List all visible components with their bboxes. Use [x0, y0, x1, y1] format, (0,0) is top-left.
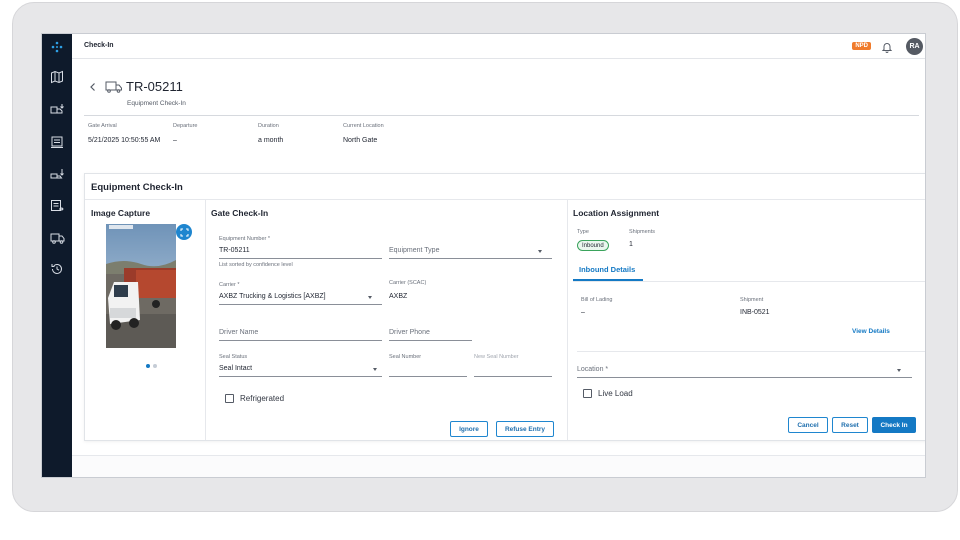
shipments-label: Shipments — [629, 229, 655, 235]
avatar[interactable]: RA — [906, 38, 923, 55]
current-location-label: Current Location — [343, 123, 384, 129]
bell-icon[interactable] — [881, 40, 893, 53]
top-bar: Check-In NPD RA — [72, 34, 925, 59]
truck-icon — [105, 80, 123, 93]
main-content: TR-05211 Equipment Check-In Gate Arrival… — [72, 59, 925, 477]
equipment-number-underline — [219, 258, 382, 259]
check-in-button[interactable]: Check In — [872, 417, 916, 433]
shipment-label: Shipment — [740, 297, 764, 303]
card-divider — [85, 199, 925, 200]
bill-of-lading-value: – — [581, 309, 585, 316]
current-location-value: North Gate — [343, 137, 378, 144]
driver-phone-underline — [389, 340, 472, 341]
gate-arrival-label: Gate Arrival — [88, 123, 117, 129]
carrier-label: Carrier * — [219, 282, 240, 288]
equipment-type-underline — [389, 258, 552, 259]
carousel-dot-active[interactable] — [146, 364, 150, 368]
new-seal-number-underline — [474, 376, 552, 377]
new-seal-number-input[interactable]: New Seal Number — [474, 354, 519, 360]
header-divider — [84, 115, 919, 116]
tab-divider — [573, 281, 925, 282]
map-icon[interactable] — [49, 69, 65, 85]
chevron-down-icon[interactable] — [538, 250, 542, 253]
equipment-type-select[interactable]: Equipment Type — [389, 247, 439, 254]
check-in-icon[interactable] — [49, 101, 65, 117]
app-logo-icon[interactable] — [49, 39, 65, 55]
chevron-down-icon[interactable] — [368, 296, 372, 299]
gate-arrival-value: 5/21/2025 10:50:55 AM — [88, 137, 161, 144]
details-divider — [577, 351, 925, 352]
seal-number-input[interactable] — [389, 376, 467, 377]
seal-status-underline — [219, 376, 382, 377]
transfer-icon[interactable] — [49, 198, 65, 214]
driver-name-input[interactable]: Driver Name — [219, 329, 258, 336]
duration-label: Duration — [258, 123, 279, 129]
dock-icon[interactable] — [49, 134, 65, 150]
type-label: Type — [577, 229, 589, 235]
tab-inbound-details[interactable]: Inbound Details — [579, 265, 635, 274]
carrier-underline — [219, 304, 382, 305]
refrigerated-checkbox[interactable] — [225, 394, 234, 403]
shipment-value: INB-0521 — [740, 309, 770, 316]
check-in-card: Equipment Check-In Image Capture Gate Ch… — [84, 173, 925, 441]
column-divider — [567, 199, 568, 440]
driver-name-underline — [219, 340, 382, 341]
page-title: Check-In — [84, 42, 114, 49]
departure-label: Departure — [173, 123, 198, 129]
ignore-button[interactable]: Ignore — [450, 421, 488, 437]
image-capture-title: Image Capture — [91, 208, 151, 218]
cancel-button[interactable]: Cancel — [788, 417, 828, 433]
equipment-id-heading: TR-05211 — [126, 79, 183, 94]
carousel-dot[interactable] — [153, 364, 157, 368]
chevron-down-icon[interactable] — [373, 368, 377, 371]
chevron-down-icon[interactable] — [897, 369, 901, 372]
seal-status-select[interactable]: Seal Intact — [219, 365, 252, 372]
expand-image-button[interactable] — [176, 224, 192, 240]
image-carousel-dots[interactable] — [146, 355, 160, 373]
nav-rail — [42, 34, 72, 477]
live-load-checkbox[interactable] — [583, 389, 592, 398]
equipment-number-label: Equipment Number * — [219, 236, 271, 242]
bottom-bar — [72, 455, 925, 477]
inbound-type-badge: Inbound — [577, 240, 609, 251]
gate-check-in-title: Gate Check-In — [211, 208, 269, 218]
card-title: Equipment Check-In — [91, 182, 183, 193]
equipment-photo[interactable] — [106, 224, 176, 348]
duration-value: a month — [258, 137, 284, 144]
shipments-count: 1 — [629, 241, 633, 248]
check-out-icon[interactable] — [49, 166, 65, 182]
driver-phone-input[interactable]: Driver Phone — [389, 329, 430, 336]
column-divider — [205, 199, 206, 440]
reset-button[interactable]: Reset — [832, 417, 868, 433]
equipment-number-input[interactable]: TR-05211 — [219, 247, 250, 254]
seal-status-label: Seal Status — [219, 354, 248, 360]
carrier-select[interactable]: AXBZ Trucking & Logistics [AXBZ] — [219, 293, 326, 300]
refuse-entry-button[interactable]: Refuse Entry — [496, 421, 554, 437]
carrier-scac-label: Carrier (SCAC) — [389, 280, 427, 286]
seal-number-label: Seal Number — [389, 354, 422, 360]
environment-badge: NPD — [852, 42, 871, 50]
truck-icon[interactable] — [49, 230, 65, 246]
page-subtitle: Equipment Check-In — [127, 100, 186, 107]
carrier-scac-value: AXBZ — [389, 293, 408, 300]
bill-of-lading-label: Bill of Lading — [581, 297, 613, 303]
live-load-label: Live Load — [598, 389, 633, 398]
location-assignment-title: Location Assignment — [573, 208, 660, 218]
back-arrow-icon[interactable] — [89, 79, 97, 91]
location-select[interactable]: Location * — [577, 366, 608, 373]
app-window: Check-In NPD RA TR-05211 Equipment Check… — [41, 33, 926, 478]
location-underline — [577, 377, 912, 378]
departure-value: – — [173, 137, 177, 144]
history-icon[interactable] — [49, 261, 65, 277]
view-details-link[interactable]: View Details — [852, 328, 890, 335]
refrigerated-label: Refrigerated — [240, 394, 285, 403]
equipment-number-hint: List sorted by confidence level — [219, 262, 293, 268]
